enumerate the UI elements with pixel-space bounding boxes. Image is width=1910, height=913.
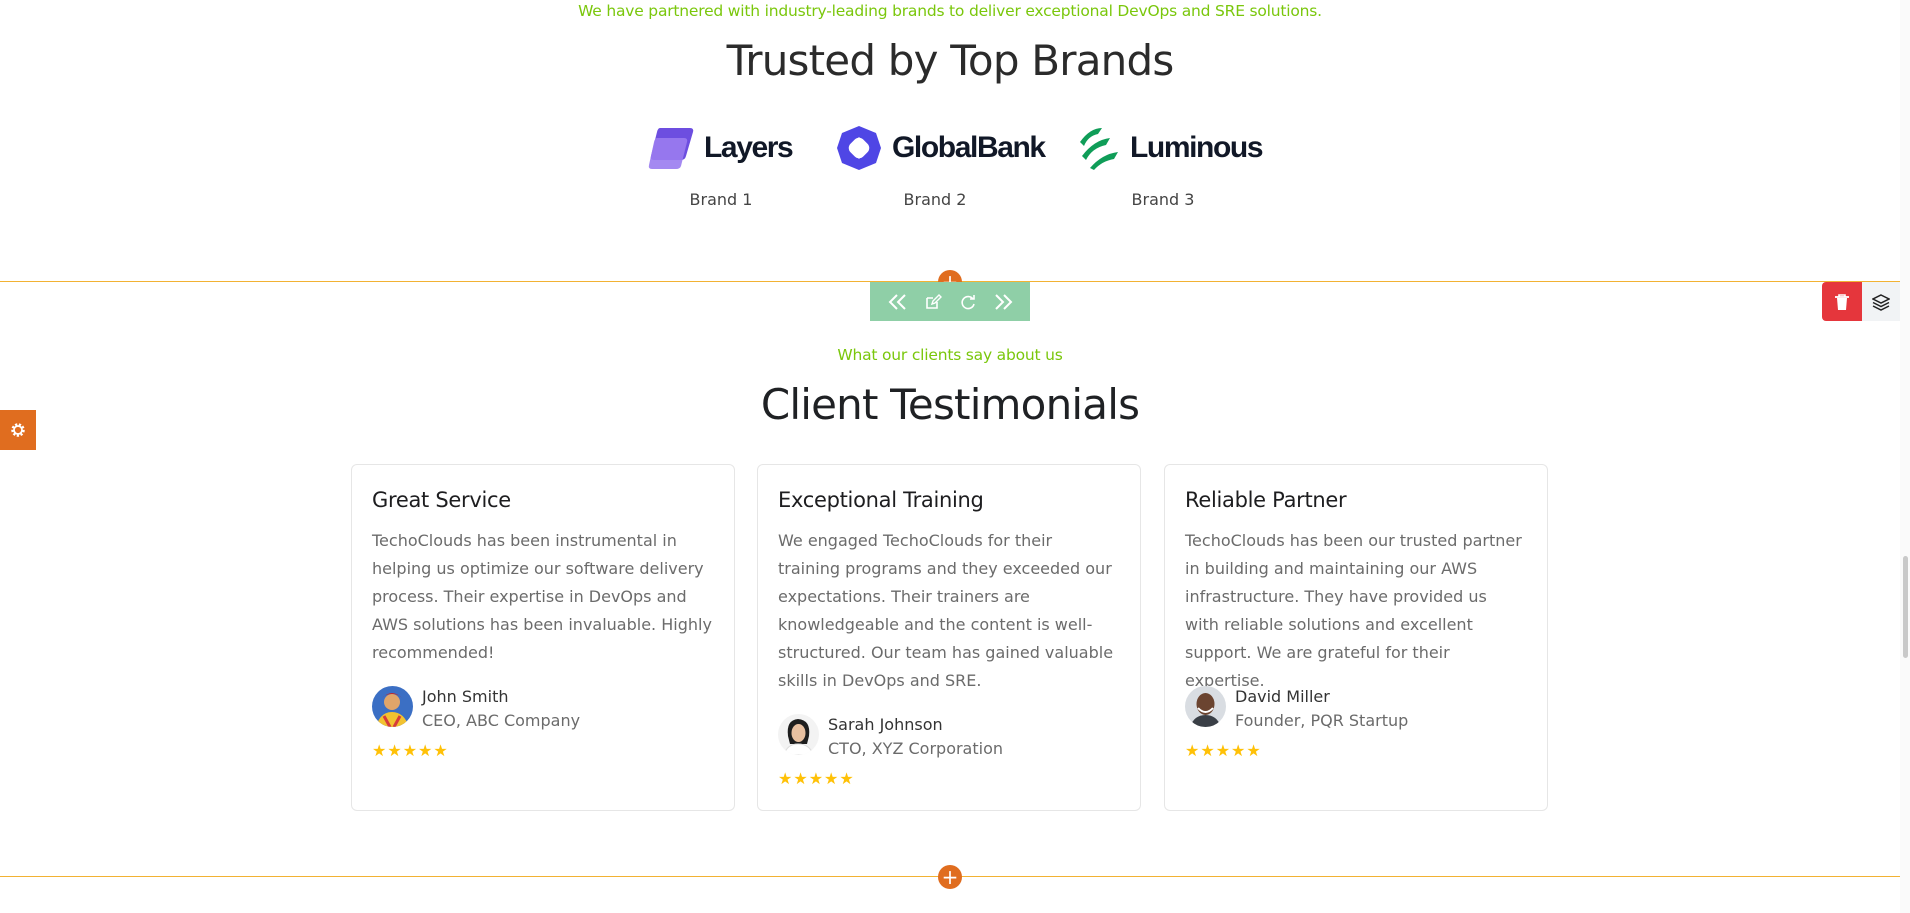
star-rating: ★★★★★	[1185, 741, 1262, 760]
testimonial-title: Great Service	[372, 488, 511, 512]
delete-section-button[interactable]	[1822, 282, 1862, 321]
testimonial-title: Reliable Partner	[1185, 488, 1347, 512]
brands-subtitle: We have partnered with industry-leading …	[578, 2, 1322, 20]
testimonials-subtitle: What our clients say about us	[837, 346, 1063, 364]
star-rating: ★★★★★	[372, 741, 449, 760]
brand-caption: Brand 1	[689, 190, 753, 209]
trash-icon	[1835, 293, 1849, 310]
brand-logo-text: Layers	[704, 131, 794, 164]
testimonial-text: TechoClouds has been instrumental in hel…	[372, 531, 712, 662]
testimonial-author: John Smith CEO, ABC Company	[372, 686, 580, 734]
layers-logo-icon	[648, 128, 694, 169]
luminous-logo-icon	[1080, 128, 1118, 170]
brand-logo-luminous: Luminous	[1076, 124, 1264, 172]
testimonial-author: David Miller Founder, PQR Startup	[1185, 686, 1408, 734]
brand-logo-text: GlobalBank	[892, 131, 1046, 164]
avatar	[778, 714, 819, 755]
brand-caption: Brand 2	[903, 190, 967, 209]
testimonial-title: Exceptional Training	[778, 488, 984, 512]
brand-logo-globalbank: GlobalBank	[836, 124, 1046, 172]
author-name: John Smith	[422, 687, 509, 706]
avatar	[1185, 686, 1226, 727]
author-name: David Miller	[1235, 687, 1330, 706]
layers-icon	[1872, 293, 1890, 311]
scrollbar-thumb[interactable]	[1903, 556, 1908, 658]
brands-title: Trusted by Top Brands	[726, 36, 1175, 85]
globalbank-logo-icon	[837, 126, 881, 170]
avatar	[372, 686, 413, 727]
section-toolbar	[870, 282, 1030, 321]
testimonial-text: We engaged TechoClouds for their trainin…	[778, 531, 1114, 690]
testimonial-card: Great Service TechoClouds has been instr…	[351, 464, 735, 811]
author-role: Founder, PQR Startup	[1235, 711, 1409, 730]
double-chevron-right-icon[interactable]	[990, 289, 1016, 315]
author-name: Sarah Johnson	[828, 715, 943, 734]
testimonial-card: Reliable Partner TechoClouds has been ou…	[1164, 464, 1548, 811]
testimonial-author: Sarah Johnson CTO, XYZ Corporation	[778, 714, 1003, 762]
author-role: CTO, XYZ Corporation	[828, 739, 1004, 758]
author-role: CEO, ABC Company	[422, 711, 581, 730]
refresh-icon[interactable]	[955, 289, 981, 315]
brand-logo-text: Luminous	[1130, 131, 1264, 164]
brand-caption: Brand 3	[1131, 190, 1195, 209]
edit-icon[interactable]	[920, 289, 946, 315]
plus-icon[interactable]: +	[938, 865, 962, 889]
testimonials-title: Client Testimonials	[760, 380, 1140, 429]
scrollbar-track[interactable]	[1900, 0, 1910, 913]
testimonial-text: TechoClouds has been our trusted partner…	[1185, 531, 1522, 690]
star-rating: ★★★★★	[778, 769, 855, 788]
testimonial-card: Exceptional Training We engaged TechoClo…	[757, 464, 1141, 811]
layers-button[interactable]	[1862, 282, 1900, 321]
brand-logo-layers: Layers	[648, 124, 794, 172]
double-chevron-left-icon[interactable]	[885, 289, 911, 315]
